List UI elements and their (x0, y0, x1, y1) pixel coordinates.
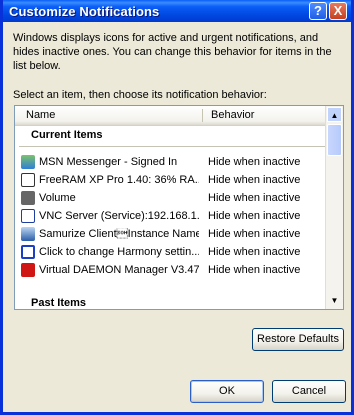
close-button[interactable]: X (329, 2, 347, 20)
item-behavior[interactable]: Hide when inactive (208, 228, 300, 240)
item-behavior[interactable]: Hide when inactive (208, 156, 300, 168)
group-divider (19, 146, 325, 147)
item-name: Samurize ClientInstance Name:... (39, 228, 199, 240)
title-bar[interactable]: Customize Notifications ? X (3, 0, 351, 22)
list-scrollbar[interactable]: ▲ ▼ (325, 106, 343, 309)
column-name-header[interactable]: Name (26, 109, 55, 121)
scroll-thumb[interactable] (327, 124, 342, 156)
item-name: Volume (39, 192, 76, 204)
list-item[interactable]: H Click to change Harmony settin... Hide… (19, 244, 327, 261)
cancel-button[interactable]: Cancel (272, 380, 346, 403)
list-item[interactable]: Samurize ClientInstance Name:... Hide w… (19, 226, 327, 243)
list-item[interactable]: MSN Messenger - Signed In Hide when inac… (19, 154, 327, 171)
scroll-down-arrow-icon[interactable]: ▼ (327, 293, 342, 308)
item-name: FreeRAM XP Pro 1.40: 36% RA... (39, 174, 199, 186)
vnc-icon: Vc (21, 209, 35, 223)
customize-notifications-dialog: Customize Notifications ? X Windows disp… (0, 0, 354, 415)
column-header: Name Behavior (15, 106, 327, 126)
column-behavior-header[interactable]: Behavior (211, 109, 254, 121)
column-separator[interactable] (202, 109, 203, 122)
item-behavior[interactable]: Hide when inactive (208, 210, 300, 222)
group-past-items: Past Items (31, 297, 87, 309)
scroll-up-arrow-icon[interactable]: ▲ (327, 107, 342, 122)
list-item[interactable]: 93 FreeRAM XP Pro 1.40: 36% RA... Hide w… (19, 172, 327, 189)
item-behavior[interactable]: Hide when inactive (208, 246, 300, 258)
item-name: MSN Messenger - Signed In (39, 156, 178, 168)
daemon-icon (21, 263, 35, 277)
item-behavior[interactable]: Hide when inactive (208, 264, 300, 276)
description-text: Windows displays icons for active and ur… (13, 32, 332, 72)
list-item[interactable]: Virtual DAEMON Manager V3.47 Hide when i… (19, 262, 327, 279)
list-item[interactable]: Vc VNC Server (Service):192.168.1... Hid… (19, 208, 327, 225)
group-current-items: Current Items (31, 129, 103, 141)
volume-icon (21, 191, 35, 205)
notification-items-list[interactable]: Name Behavior Current Items MSN Messenge… (14, 105, 344, 310)
samurize-icon (21, 227, 35, 241)
item-behavior[interactable]: Hide when inactive (208, 174, 300, 186)
ok-button[interactable]: OK (190, 380, 264, 403)
harmony-icon: H (21, 245, 35, 259)
freeram-icon: 93 (21, 173, 35, 187)
item-behavior[interactable]: Hide when inactive (208, 192, 300, 204)
item-name: Virtual DAEMON Manager V3.47 (39, 264, 199, 276)
restore-defaults-button[interactable]: Restore Defaults (252, 328, 344, 351)
item-name: VNC Server (Service):192.168.1... (39, 210, 199, 222)
msn-messenger-icon (21, 155, 35, 169)
list-item[interactable]: Volume Hide when inactive (19, 190, 327, 207)
item-name: Click to change Harmony settin... (39, 246, 199, 258)
window-title: Customize Notifications (9, 4, 160, 19)
select-instruction-label: Select an item, then choose its notifica… (13, 89, 267, 101)
help-button[interactable]: ? (309, 2, 327, 20)
